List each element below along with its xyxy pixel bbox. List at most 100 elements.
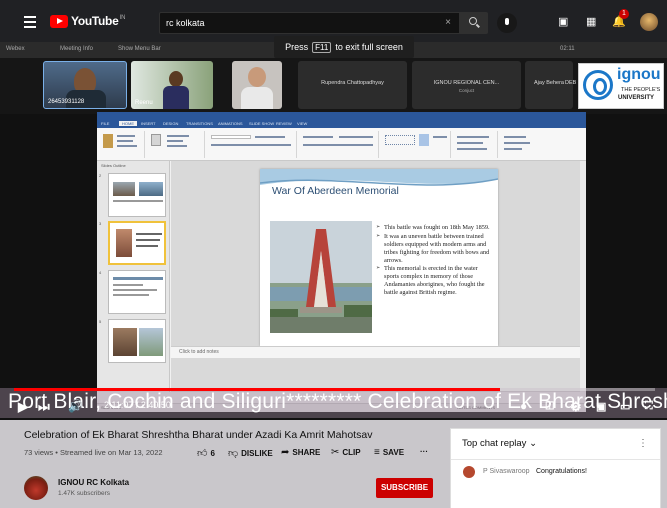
notification-badge: 1 (619, 9, 629, 19)
more-actions-icon: ··· (420, 447, 428, 456)
video-progress-bar[interactable] (14, 388, 655, 391)
fullscreen-toast: Press F11 to exit full screen (274, 36, 414, 58)
search-icon (469, 17, 477, 25)
slide-thumbnail-selected (108, 221, 166, 265)
slide-bullet: This battle was fought on 18th May 1859. (376, 224, 494, 232)
theater-mode-icon[interactable]: ▭ (620, 400, 630, 413)
participant-body (241, 87, 273, 109)
ribbon-group-paragraph (299, 131, 379, 158)
search-button[interactable] (460, 12, 488, 34)
participant-tile: Rupendra Chattopadhyay (298, 61, 407, 109)
subscribe-button[interactable]: SUBSCRIBE (376, 478, 433, 498)
youtube-play-logo-icon (50, 14, 68, 28)
create-video-icon[interactable]: ▣ (558, 15, 568, 28)
miniplayer-icon[interactable]: ▣ (596, 400, 606, 413)
participant-body (163, 86, 189, 109)
slide-bullet: It was an uneven battle between trained … (376, 233, 494, 265)
settings-gear-icon[interactable]: ⚙ (570, 399, 582, 415)
participant-face (248, 67, 266, 87)
chat-author-avatar (463, 466, 475, 478)
play-icon[interactable]: ▶ (18, 399, 28, 415)
slide-title: War Of Aberdeen Memorial (272, 185, 399, 197)
ribbon-group-arrange (453, 131, 498, 158)
ppt-ribbon (97, 128, 586, 161)
ribbon-group-font (207, 131, 297, 158)
like-count: 6 (210, 448, 215, 458)
save-button[interactable]: ≡ SAVE (374, 447, 404, 458)
ppt-titlebar (97, 112, 586, 120)
chat-header[interactable]: Top chat replay ⌄ (462, 438, 537, 449)
like-button[interactable]: 👍︎ 6 (197, 447, 215, 459)
notes-placeholder: Click to add notes (179, 349, 219, 355)
ppt-tab: INSERT (141, 121, 156, 126)
participant-name: Rupendra Chattopadhyay (321, 80, 384, 86)
ignou-tagline-2: UNIVERSITY (618, 95, 655, 101)
video-meta: 73 views • Streamed live on Mar 13, 2022 (24, 448, 163, 457)
video-player[interactable]: Webex Meeting Info Show Menu Bar 02:11 2… (0, 42, 667, 420)
fullscreen-icon[interactable]: ⛶ (645, 400, 653, 413)
next-icon[interactable]: ⏭ (38, 399, 50, 415)
add-to-playlist-icon: ≡ (374, 447, 380, 458)
participant-face (169, 71, 183, 87)
ppt-tab: VIEW (297, 121, 308, 126)
participant-name: 26453931128 (48, 99, 85, 105)
voice-search-icon[interactable] (497, 13, 517, 33)
video-title: Celebration of Ek Bharat Shreshtha Bhara… (24, 429, 373, 441)
save-label: SAVE (382, 448, 405, 457)
chat-more-icon[interactable]: ⋮ (638, 438, 648, 449)
ignou-tagline-1: THE PEOPLE'S (621, 87, 661, 93)
clip-label: CLIP (342, 448, 361, 457)
search-input[interactable]: rc kolkata × (159, 12, 460, 34)
apps-icon[interactable]: ▦ (586, 15, 596, 28)
ppt-tab: TRANSITIONS (186, 121, 213, 126)
dislike-button[interactable]: 👎︎ DISLIKE (228, 447, 273, 459)
chat-divider (451, 459, 660, 460)
slide-notes-area: Click to add notes (171, 346, 580, 358)
participant-name: IGNOU REGIONAL CEN... (433, 80, 500, 86)
participant-tile: IGNOU REGIONAL CEN... Conjuct (412, 61, 521, 109)
scrolling-ticker: Port Blair, Cochin and Siliguri*********… (0, 388, 667, 418)
ppt-tab: FILE (101, 121, 110, 126)
slide-scrollbar (580, 161, 586, 392)
meeting-toolbar-item: Meeting Info (60, 46, 94, 52)
clip-button[interactable]: ✂ CLIP (331, 447, 361, 458)
ribbon-group-editing (500, 131, 540, 158)
thumbnail-number: 2 (99, 173, 102, 178)
toast-key: F11 (312, 41, 332, 53)
ppt-tab: SLIDE SHOW (249, 121, 275, 126)
subtitles-icon[interactable]: ◫ (545, 400, 554, 411)
aberdeen-memorial-photo (270, 221, 372, 333)
autoplay-toggle-icon[interactable]: ● (520, 399, 527, 413)
share-button[interactable]: ➦ SHARE (281, 447, 320, 458)
participant-video-tile (232, 61, 282, 109)
chevron-down-icon: ⌄ (529, 438, 538, 449)
shared-powerpoint-window: FILE HOME INSERT DESIGN TRANSITIONS ANIM… (97, 112, 586, 412)
current-slide: War Of Aberdeen Memorial This battle was… (260, 169, 498, 346)
chat-message: Congratulations! (536, 468, 587, 475)
volume-icon[interactable]: 🔊 (68, 399, 83, 413)
slide-thumbnail (108, 319, 166, 363)
account-avatar[interactable] (640, 13, 658, 31)
slide-bullet-list: This battle was fought on 18th May 1859.… (376, 224, 494, 298)
ribbon-group-clipboard (99, 131, 145, 158)
chat-mode-label: Top chat replay (462, 438, 527, 449)
logo-text: YouTube (71, 14, 119, 28)
share-arrow-icon: ➦ (281, 447, 290, 458)
channel-name[interactable]: IGNOU RC Kolkata (58, 478, 129, 487)
channel-avatar[interactable] (24, 476, 48, 500)
menu-icon[interactable] (24, 16, 36, 31)
meeting-clock: 02:11 (560, 46, 575, 52)
ignou-wordmark: ignou (617, 66, 661, 83)
dislike-label: DISLIKE (241, 448, 273, 458)
slide-thumbnail (108, 270, 166, 314)
clear-search-icon[interactable]: × (445, 17, 451, 28)
thumbs-up-icon: 👍︎ (197, 448, 208, 459)
ribbon-group-slides (147, 131, 205, 158)
ppt-ribbon-tabs: FILE HOME INSERT DESIGN TRANSITIONS ANIM… (97, 120, 586, 128)
slide-bullet: This memorial is erected in the water sp… (376, 265, 494, 297)
search-query: rc kolkata (166, 18, 205, 28)
meeting-toolbar-item: Show Menu Bar (118, 46, 161, 52)
more-actions-button[interactable]: ··· (420, 447, 428, 456)
thumbnail-number: 3 (99, 221, 102, 226)
youtube-logo[interactable]: YouTube IN (50, 14, 125, 28)
